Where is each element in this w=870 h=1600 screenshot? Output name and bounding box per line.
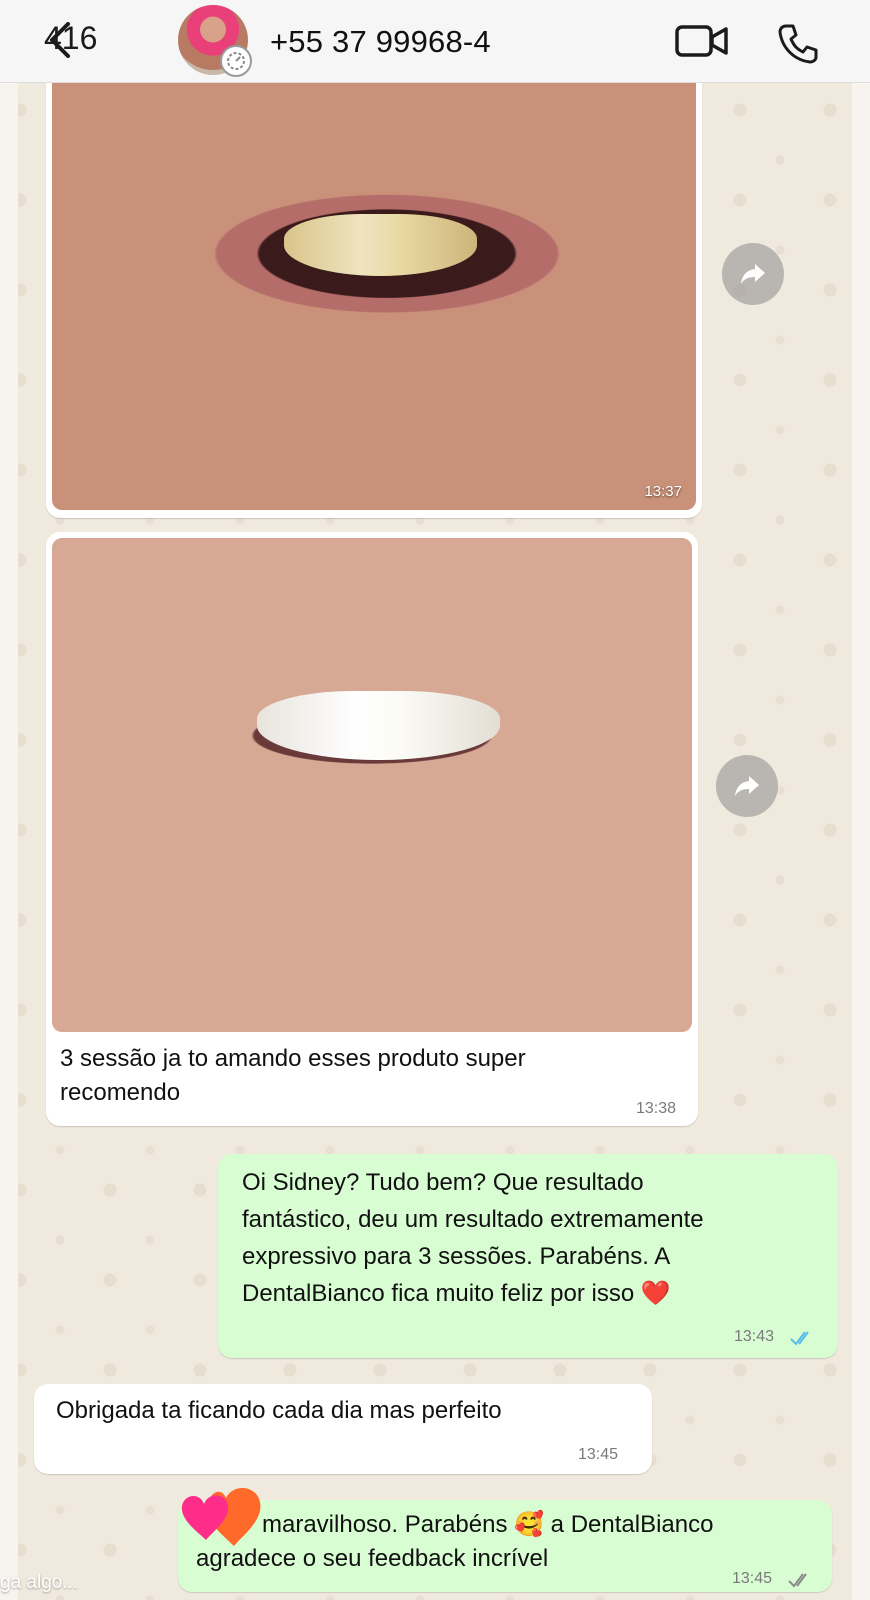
message-time: 13:38: [635, 1100, 676, 1117]
heart-reaction-icon: [181, 1487, 261, 1546]
message-time: 13:37: [644, 483, 682, 500]
delivered-ticks-icon: [788, 1573, 807, 1588]
message-line: DentalBianco fica muito feliz por isso ❤…: [242, 1280, 671, 1307]
photo-before[interactable]: 13:37: [52, 68, 696, 510]
message-line: expressivo para 3 sessões. Parabéns. A: [242, 1243, 671, 1270]
outgoing-message[interactable]: Oi Sidney? Tudo bem? Que resultado fantá…: [218, 1154, 838, 1358]
photo-after[interactable]: [52, 538, 692, 1032]
video-call-icon: [675, 25, 728, 57]
message-time: 13:45: [578, 1446, 619, 1463]
forward-icon: [741, 264, 765, 284]
contact-name[interactable]: +55 37 99968-4: [270, 24, 491, 60]
forward-button[interactable]: [716, 755, 778, 817]
video-call-button[interactable]: [675, 22, 729, 65]
redaction-blur: [518, 24, 596, 58]
image-message[interactable]: 13:37: [46, 62, 702, 518]
phone-icon: [778, 24, 818, 64]
incoming-message[interactable]: Obrigada ta ficando cada dia mas perfeit…: [34, 1384, 652, 1474]
forward-icon: [735, 776, 759, 796]
message-line: Oi Sidney? Tudo bem? Que resultado: [242, 1169, 644, 1196]
message-line: maravilhoso. Parabéns 🥰 a DentalBianco: [262, 1511, 714, 1538]
voice-call-button[interactable]: [776, 22, 820, 71]
left-edge: [0, 0, 18, 1600]
message-time: 13:45: [732, 1570, 773, 1587]
forward-button[interactable]: [722, 243, 784, 305]
read-ticks-icon: [790, 1331, 809, 1346]
status-icon: [220, 45, 252, 77]
chat-header: 416 +55 37 99968-4: [0, 0, 870, 83]
message-time: 13:43: [734, 1328, 775, 1345]
typing-hint: ga algo...: [0, 1572, 79, 1593]
unread-count[interactable]: 416: [44, 20, 97, 57]
message-caption-line: 3 sessão ja to amando esses produto supe…: [60, 1045, 526, 1072]
message-line: fantástico, deu um resultado extremament…: [242, 1206, 704, 1233]
message-caption-line: recomendo: [60, 1079, 181, 1106]
message-line: Obrigada ta ficando cada dia mas perfeit…: [56, 1397, 502, 1424]
outgoing-message[interactable]: maravilhoso. Parabéns 🥰 a DentalBianco a…: [178, 1500, 832, 1592]
teeth: [283, 213, 478, 276]
image-message[interactable]: 3 sessão ja to amando esses produto supe…: [46, 532, 698, 1126]
teeth: [256, 691, 500, 761]
right-edge: [852, 0, 870, 1600]
